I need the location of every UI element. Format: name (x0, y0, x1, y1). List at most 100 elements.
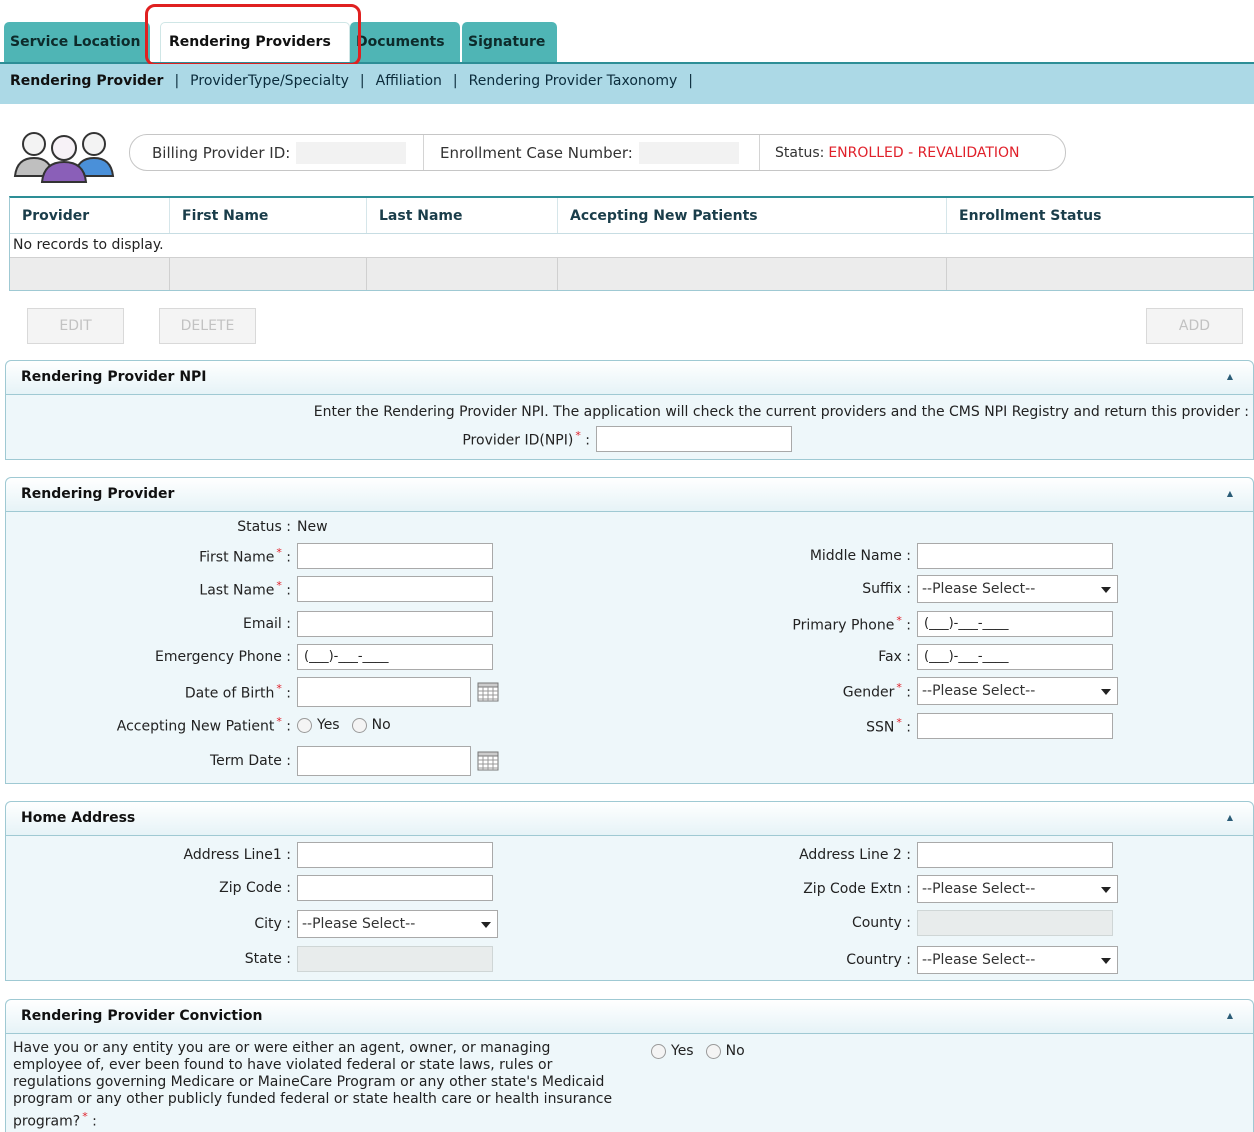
first-name-label: First Name * : (199, 546, 291, 566)
provider-info-bar: Billing Provider ID: Enrollment Case Num… (129, 134, 1066, 171)
primary-phone-label: Primary Phone * : (792, 614, 911, 634)
npi-panel: Rendering Provider NPI ▲ Enter the Rende… (5, 360, 1254, 460)
state-label: State : (244, 951, 291, 967)
tab-signature[interactable]: Signature (462, 22, 557, 62)
suffix-row: Suffix : --Please Select-- (606, 575, 1118, 603)
accepting-new-patient-row: Accepting New Patient * : Yes No (6, 712, 403, 738)
enrollment-case-value (638, 141, 739, 164)
column-provider[interactable]: Provider (10, 198, 170, 233)
collapse-icon[interactable]: ▲ (1227, 478, 1233, 510)
state-row: State : (6, 946, 493, 972)
fax-input[interactable]: (___)-___-____ (917, 644, 1113, 670)
chevron-down-icon (1101, 689, 1111, 695)
calendar-icon[interactable] (477, 682, 499, 702)
county-input (917, 910, 1113, 936)
conviction-yes-label: Yes (671, 1043, 694, 1059)
primary-phone-input[interactable]: (___)-___-____ (917, 611, 1113, 637)
email-row: Email : (6, 611, 493, 637)
email-label: Email : (242, 616, 291, 632)
calendar-icon[interactable] (477, 751, 499, 771)
ssn-input[interactable] (917, 713, 1113, 739)
enrollment-case-label: Enrollment Case Number: (440, 143, 633, 162)
country-row: Country : --Please Select-- (606, 946, 1118, 974)
status-label: Status : (237, 519, 291, 535)
conviction-panel-title: Rendering Provider Conviction (21, 1008, 263, 1024)
country-select[interactable]: --Please Select-- (917, 946, 1118, 974)
delete-button[interactable]: DELETE (159, 308, 256, 344)
chevron-down-icon (1101, 587, 1111, 593)
provider-id-row: Provider ID(NPI) * : (306, 426, 792, 452)
column-last-name[interactable]: Last Name (367, 198, 558, 233)
column-accepting-new-patients[interactable]: Accepting New Patients (558, 198, 947, 233)
column-enrollment-status[interactable]: Enrollment Status (947, 198, 1253, 233)
ssn-row: SSN * : (606, 713, 1113, 739)
suffix-label: Suffix : (862, 581, 911, 597)
provider-id-label: Provider ID(NPI) * : (462, 429, 590, 449)
dob-label: Date of Birth * : (184, 682, 291, 702)
accepting-yes-radio[interactable] (297, 717, 312, 733)
edit-button[interactable]: EDIT (27, 308, 124, 344)
emergency-phone-input[interactable]: (___)-___-____ (297, 644, 493, 670)
npi-panel-header[interactable]: Rendering Provider NPI ▲ (6, 361, 1253, 395)
chevron-down-icon (1101, 887, 1111, 893)
rendering-provider-panel-header[interactable]: Rendering Provider ▲ (6, 478, 1253, 512)
zip-code-input[interactable] (297, 875, 493, 901)
column-first-name[interactable]: First Name (170, 198, 367, 233)
rendering-provider-panel: Rendering Provider ▲ Status : New First … (5, 477, 1254, 784)
term-date-input[interactable] (297, 746, 471, 776)
billing-provider-id: Billing Provider ID: (130, 135, 424, 170)
address-line2-label: Address Line 2 : (799, 847, 911, 863)
conviction-yes-radio[interactable] (651, 1043, 666, 1059)
subnav-affiliation[interactable]: Affiliation (376, 73, 442, 89)
subnav-taxonomy[interactable]: Rendering Provider Taxonomy (469, 73, 678, 89)
emergency-phone-row: Emergency Phone : (___)-___-____ (6, 644, 493, 670)
zip-extn-label: Zip Code Extn : (803, 881, 911, 897)
home-address-panel-header[interactable]: Home Address ▲ (6, 802, 1253, 836)
middle-name-label: Middle Name : (809, 548, 911, 564)
county-label: County : (851, 915, 911, 931)
subnav-separator: | (688, 73, 693, 89)
users-group-icon (13, 132, 115, 183)
zip-extn-select[interactable]: --Please Select-- (917, 875, 1118, 903)
accepting-no-label: No (371, 717, 391, 733)
tab-documents[interactable]: Documents (350, 22, 460, 62)
state-input (297, 946, 493, 972)
zip-code-label: Zip Code : (219, 880, 291, 896)
tab-service-location[interactable]: Service Location (4, 22, 150, 62)
subnav-separator: | (174, 73, 180, 89)
chevron-down-icon (1101, 958, 1111, 964)
npi-instruction: Enter the Rendering Provider NPI. The ap… (313, 404, 1249, 420)
first-name-row: First Name * : (6, 543, 493, 569)
add-button[interactable]: ADD (1146, 308, 1243, 344)
conviction-answer-row: Yes No (651, 1038, 757, 1064)
email-input[interactable] (297, 611, 493, 637)
collapse-icon[interactable]: ▲ (1227, 802, 1233, 834)
suffix-select[interactable]: --Please Select-- (917, 575, 1118, 603)
collapse-icon[interactable]: ▲ (1227, 361, 1233, 393)
last-name-label: Last Name * : (199, 579, 291, 599)
conviction-no-radio[interactable] (705, 1043, 721, 1059)
first-name-input[interactable] (297, 543, 493, 569)
subnav-separator: | (452, 73, 458, 89)
last-name-input[interactable] (297, 576, 493, 602)
dob-input[interactable] (297, 677, 471, 707)
collapse-icon[interactable]: ▲ (1227, 1000, 1233, 1032)
gender-label: Gender * : (842, 681, 911, 701)
gender-select[interactable]: --Please Select-- (917, 677, 1118, 705)
provider-id-input[interactable] (596, 426, 792, 452)
city-select[interactable]: --Please Select-- (297, 910, 498, 938)
subnav-provider-type[interactable]: ProviderType/Specialty (190, 73, 349, 89)
middle-name-input[interactable] (917, 543, 1113, 569)
accepting-no-radio[interactable] (351, 717, 367, 733)
subnav-rendering-provider[interactable]: Rendering Provider (10, 73, 163, 89)
country-label: Country : (846, 952, 911, 968)
zip-extn-row: Zip Code Extn : --Please Select-- (606, 875, 1118, 903)
address-line2-input[interactable] (917, 842, 1113, 868)
conviction-panel-header[interactable]: Rendering Provider Conviction ▲ (6, 1000, 1253, 1034)
address-line1-input[interactable] (297, 842, 493, 868)
subnav-bar: Rendering Provider | ProviderType/Specialt… (0, 64, 1254, 104)
ssn-label: SSN * : (866, 716, 911, 736)
gender-row: Gender * : --Please Select-- (606, 677, 1118, 705)
billing-provider-id-value (296, 141, 407, 164)
rendering-provider-panel-title: Rendering Provider (21, 486, 175, 502)
